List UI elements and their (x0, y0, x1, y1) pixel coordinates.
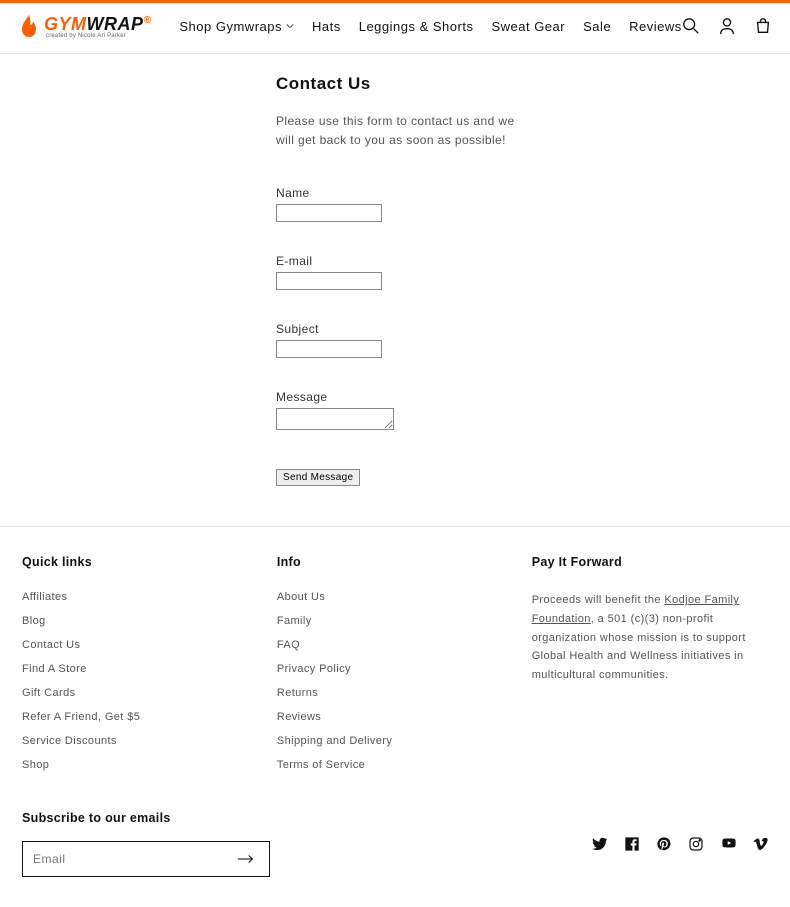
footer-link-affiliates[interactable]: Affiliates (22, 591, 237, 603)
nav-shop-gymwraps[interactable]: Shop Gymwraps (179, 19, 294, 34)
message-label: Message (276, 390, 556, 404)
email-label: E-mail (276, 254, 556, 268)
main-nav: Shop Gymwraps Hats Leggings & Shorts Swe… (179, 19, 681, 34)
text-before: Proceeds will benefit the (532, 594, 665, 606)
footer-link-shipping-delivery[interactable]: Shipping and Delivery (277, 735, 492, 747)
message-textarea[interactable] (276, 408, 394, 430)
email-input[interactable] (276, 272, 382, 290)
footer-col-quick-links: Quick links Affiliates Blog Contact Us F… (22, 555, 237, 783)
nav-label: Reviews (629, 19, 682, 34)
email-subscribe-box (22, 841, 270, 877)
twitter-icon[interactable] (592, 836, 608, 852)
email-subscribe-input[interactable] (33, 852, 233, 866)
footer-col-pay-forward: Pay It Forward Proceeds will benefit the… (532, 555, 768, 783)
arrow-right-icon (237, 854, 255, 864)
flame-icon (18, 13, 40, 39)
footer-link-blog[interactable]: Blog (22, 615, 237, 627)
footer-link-find-store[interactable]: Find A Store (22, 663, 237, 675)
instagram-icon[interactable] (688, 836, 704, 852)
footer-link-shop[interactable]: Shop (22, 759, 237, 771)
footer-link-service-discounts[interactable]: Service Discounts (22, 735, 237, 747)
info-list: About Us Family FAQ Privacy Policy Retur… (277, 591, 492, 771)
nav-label: Hats (312, 19, 341, 34)
footer-link-about-us[interactable]: About Us (277, 591, 492, 603)
intro-text: Please use this form to contact us and w… (276, 112, 526, 150)
subscribe-row: Subscribe to our emails (22, 811, 768, 877)
footer-heading: Quick links (22, 555, 237, 569)
footer-link-privacy-policy[interactable]: Privacy Policy (277, 663, 492, 675)
nav-label: Sweat Gear (491, 19, 565, 34)
footer-link-refer-friend[interactable]: Refer A Friend, Get $5 (22, 711, 237, 723)
quick-links-list: Affiliates Blog Contact Us Find A Store … (22, 591, 237, 771)
site-footer: Quick links Affiliates Blog Contact Us F… (0, 526, 790, 907)
field-subject: Subject (276, 322, 556, 358)
footer-link-gift-cards[interactable]: Gift Cards (22, 687, 237, 699)
nav-label: Sale (583, 19, 611, 34)
field-message: Message (276, 390, 556, 435)
subscribe-heading: Subscribe to our emails (22, 811, 270, 825)
page-title: Contact Us (276, 74, 556, 94)
account-icon[interactable] (718, 17, 736, 35)
name-label: Name (276, 186, 556, 200)
footer-link-terms-of-service[interactable]: Terms of Service (277, 759, 492, 771)
vimeo-icon[interactable] (752, 836, 768, 852)
nav-label: Shop Gymwraps (179, 19, 282, 34)
nav-label: Leggings & Shorts (359, 19, 474, 34)
contact-section: Contact Us Please use this form to conta… (276, 74, 556, 486)
search-icon[interactable] (682, 17, 700, 35)
footer-link-faq[interactable]: FAQ (277, 639, 492, 651)
nav-reviews[interactable]: Reviews (629, 19, 682, 34)
nav-hats[interactable]: Hats (312, 19, 341, 34)
footer-link-family[interactable]: Family (277, 615, 492, 627)
cart-icon[interactable] (754, 17, 772, 35)
facebook-icon[interactable] (624, 836, 640, 852)
footer-link-contact-us[interactable]: Contact Us (22, 639, 237, 651)
pinterest-icon[interactable] (656, 836, 672, 852)
logo-text: GYMWRAP® (44, 14, 151, 35)
site-header: GYMWRAP® created by Nicole Ari Parker Sh… (0, 3, 790, 54)
field-email: E-mail (276, 254, 556, 290)
logo[interactable]: GYMWRAP® created by Nicole Ari Parker (18, 13, 151, 39)
header-actions (682, 17, 772, 35)
chevron-down-icon (286, 22, 294, 30)
subject-input[interactable] (276, 340, 382, 358)
nav-sweat-gear[interactable]: Sweat Gear (491, 19, 565, 34)
subject-label: Subject (276, 322, 556, 336)
footer-link-reviews[interactable]: Reviews (277, 711, 492, 723)
field-name: Name (276, 186, 556, 222)
footer-link-returns[interactable]: Returns (277, 687, 492, 699)
footer-heading: Info (277, 555, 492, 569)
nav-sale[interactable]: Sale (583, 19, 611, 34)
footer-col-info: Info About Us Family FAQ Privacy Policy … (277, 555, 492, 783)
youtube-icon[interactable] (720, 836, 736, 852)
send-message-button[interactable]: Send Message (276, 469, 360, 486)
name-input[interactable] (276, 204, 382, 222)
social-icons (592, 836, 768, 852)
email-subscribe-button[interactable] (233, 854, 259, 864)
subscribe-block: Subscribe to our emails (22, 811, 270, 877)
pay-forward-text: Proceeds will benefit the Kodjoe Family … (532, 591, 768, 684)
main-content: Contact Us Please use this form to conta… (0, 54, 790, 526)
nav-leggings-shorts[interactable]: Leggings & Shorts (359, 19, 474, 34)
footer-heading: Pay It Forward (532, 555, 768, 569)
